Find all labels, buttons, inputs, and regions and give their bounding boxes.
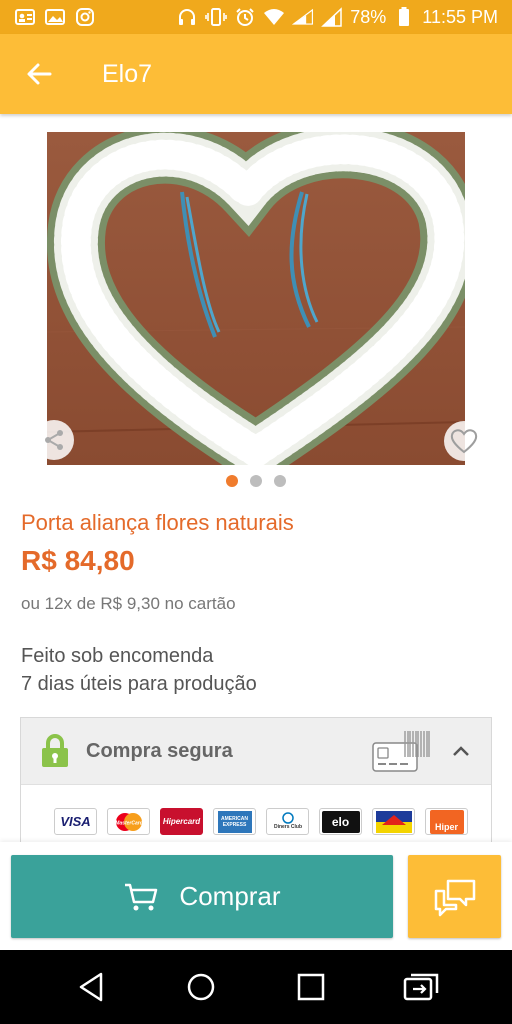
nav-switch-button[interactable] [391, 957, 451, 1017]
back-button[interactable] [9, 44, 69, 104]
clock: 11:55 PM [422, 6, 498, 27]
installments-text: ou 12x de R$ 9,30 no cartão [21, 594, 236, 613]
system-icons: 78% 11:55 PM [176, 7, 498, 28]
payment-elo-logo: elo [319, 808, 362, 835]
headphones-icon [176, 7, 198, 27]
chat-button[interactable] [408, 855, 501, 938]
payment-visa-logo: VISA [54, 808, 97, 835]
favorite-button[interactable] [444, 421, 484, 461]
chat-bubbles-icon [434, 879, 475, 916]
product-price: R$ 84,80 [21, 545, 135, 576]
carousel-dot-2[interactable] [250, 475, 262, 487]
contact-card-icon [14, 7, 36, 27]
square-recents-icon [297, 973, 325, 1001]
production-line-2: 7 dias úteis para produção [21, 673, 257, 695]
switch-app-icon [403, 973, 439, 1001]
battery-percent: 78% [350, 6, 387, 27]
payment-mastercard-logo: MasterCard [107, 808, 150, 835]
secure-purchase-header[interactable]: Compra segura [21, 718, 491, 785]
nav-recents-button[interactable] [281, 957, 341, 1017]
signal-icon-2 [321, 7, 343, 27]
lock-icon [42, 734, 68, 767]
product-image[interactable] [47, 132, 465, 465]
carousel-dot-3[interactable] [274, 475, 286, 487]
share-button[interactable] [34, 420, 74, 460]
bottom-action-bar: Comprar [0, 842, 512, 950]
image-icon [44, 7, 66, 27]
payment-amex-logo: AMERICAN EXPRESS [213, 808, 256, 835]
nav-back-button[interactable] [61, 957, 121, 1017]
battery-icon [393, 7, 415, 27]
page-title: Elo7 [102, 59, 153, 88]
cart-icon [125, 883, 158, 910]
status-bar: 78% 11:55 PM [0, 0, 512, 34]
payment-diners-logo: Diners Club [266, 808, 309, 835]
triangle-back-icon [79, 972, 103, 1002]
payment-hiper-logo: Hiper [425, 808, 468, 835]
instagram-icon [74, 7, 96, 27]
product-screen: 78% 11:55 PM Elo7 Porta aliança flores n… [0, 0, 512, 1024]
svg-text:MasterCard: MasterCard [115, 820, 143, 826]
buy-button[interactable]: Comprar [11, 855, 393, 938]
alarm-icon [234, 7, 256, 27]
carousel-dots [0, 475, 512, 487]
notification-icons [14, 7, 96, 27]
secure-purchase-label: Compra segura [86, 739, 233, 762]
share-icon [45, 430, 63, 450]
production-info: Feito sob encomenda 7 dias úteis para pr… [21, 642, 257, 698]
payment-methods: VISA MasterCard Hipercard AMERICAN EXPRE… [54, 808, 468, 835]
product-title: Porta aliança flores naturais [21, 510, 294, 535]
carousel-dot-1[interactable] [226, 475, 238, 487]
card-barcode-icon [372, 731, 430, 772]
circle-home-icon [187, 973, 215, 1001]
system-nav-bar [0, 950, 512, 1024]
svg-text:Diners Club: Diners Club [273, 824, 301, 830]
production-line-1: Feito sob encomenda [21, 645, 214, 667]
payment-hipercard-logo: Hipercard [160, 808, 203, 835]
payment-aura-logo [372, 808, 415, 835]
arrow-left-icon [27, 63, 52, 85]
chevron-up-icon [453, 746, 469, 756]
signal-icon [292, 7, 314, 27]
secure-purchase-panel: Compra segura VISA MasterCard Hipercard … [20, 717, 492, 857]
buy-label: Comprar [179, 881, 281, 911]
nav-home-button[interactable] [171, 957, 231, 1017]
heart-outline-icon [450, 429, 478, 454]
wifi-icon [263, 7, 285, 27]
vibrate-icon [205, 7, 228, 27]
app-bar: Elo7 [0, 34, 512, 114]
collapse-button[interactable] [443, 733, 479, 769]
